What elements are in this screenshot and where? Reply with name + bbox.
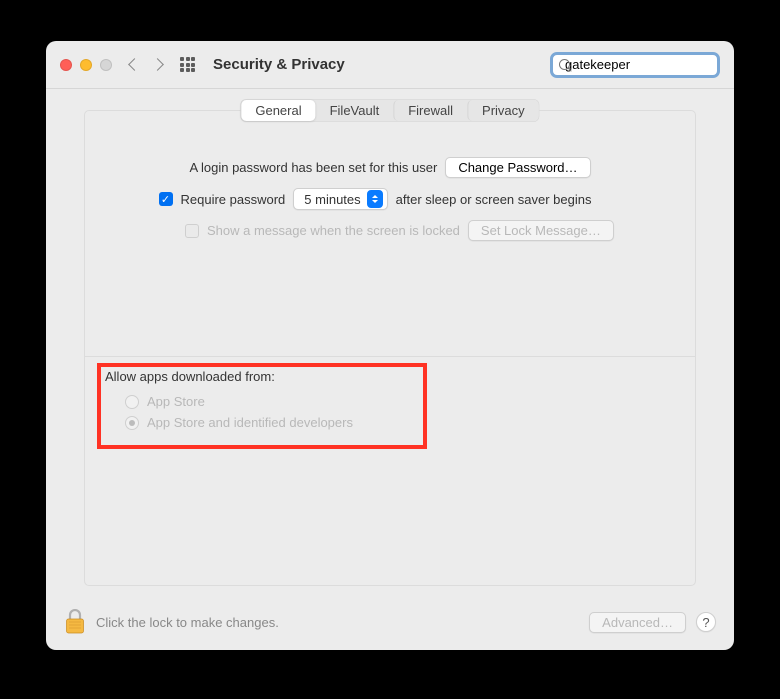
- forward-button[interactable]: [153, 60, 162, 69]
- advanced-button[interactable]: Advanced…: [589, 612, 686, 633]
- password-set-text: A login password has been set for this u…: [189, 160, 437, 175]
- show-message-checkbox: [185, 224, 199, 238]
- chevron-left-icon: [128, 58, 141, 71]
- stepper-icon: [367, 190, 383, 208]
- tab-general[interactable]: General: [241, 100, 315, 121]
- help-button[interactable]: ?: [696, 612, 716, 632]
- window-title: Security & Privacy: [213, 56, 345, 73]
- footer: Click the lock to make changes. Advanced…: [46, 594, 734, 650]
- show-message-label: Show a message when the screen is locked: [207, 223, 460, 238]
- set-lock-message-button: Set Lock Message…: [468, 220, 614, 241]
- nav-buttons: [130, 60, 162, 69]
- password-delay-select[interactable]: 5 minutes: [293, 188, 387, 210]
- back-button[interactable]: [130, 60, 139, 69]
- tab-bar: General FileVault Firewall Privacy: [240, 99, 539, 122]
- require-password-label: Require password: [181, 192, 286, 207]
- tab-firewall[interactable]: Firewall: [393, 100, 467, 121]
- content-panel: General FileVault Firewall Privacy A log…: [84, 110, 696, 586]
- radio-app-store-identified-label: App Store and identified developers: [147, 415, 353, 430]
- close-window-button[interactable]: [60, 59, 72, 71]
- password-delay-value: 5 minutes: [304, 192, 360, 207]
- radio-app-store: [125, 395, 139, 409]
- tab-privacy[interactable]: Privacy: [467, 100, 539, 121]
- require-password-checkbox[interactable]: ✓: [159, 192, 173, 206]
- minimize-window-button[interactable]: [80, 59, 92, 71]
- traffic-lights: [60, 59, 112, 71]
- change-password-button[interactable]: Change Password…: [445, 157, 590, 178]
- zoom-window-button: [100, 59, 112, 71]
- search-field[interactable]: ✕: [550, 52, 720, 78]
- tab-filevault[interactable]: FileVault: [316, 100, 394, 121]
- titlebar: Security & Privacy ✕: [46, 41, 734, 89]
- gatekeeper-heading: Allow apps downloaded from:: [105, 369, 353, 384]
- gatekeeper-section: Allow apps downloaded from: App Store Ap…: [105, 369, 353, 440]
- radio-app-store-label: App Store: [147, 394, 205, 409]
- section-divider: [85, 356, 695, 357]
- login-section: A login password has been set for this u…: [85, 157, 695, 251]
- chevron-right-icon: [151, 58, 164, 71]
- radio-app-store-identified: [125, 416, 139, 430]
- preferences-window: Security & Privacy ✕ General FileVault F…: [46, 41, 734, 650]
- lock-icon[interactable]: [64, 609, 86, 635]
- show-all-button[interactable]: [180, 57, 195, 72]
- search-input[interactable]: [565, 57, 734, 72]
- after-sleep-text: after sleep or screen saver begins: [396, 192, 592, 207]
- lock-hint-text: Click the lock to make changes.: [96, 615, 279, 630]
